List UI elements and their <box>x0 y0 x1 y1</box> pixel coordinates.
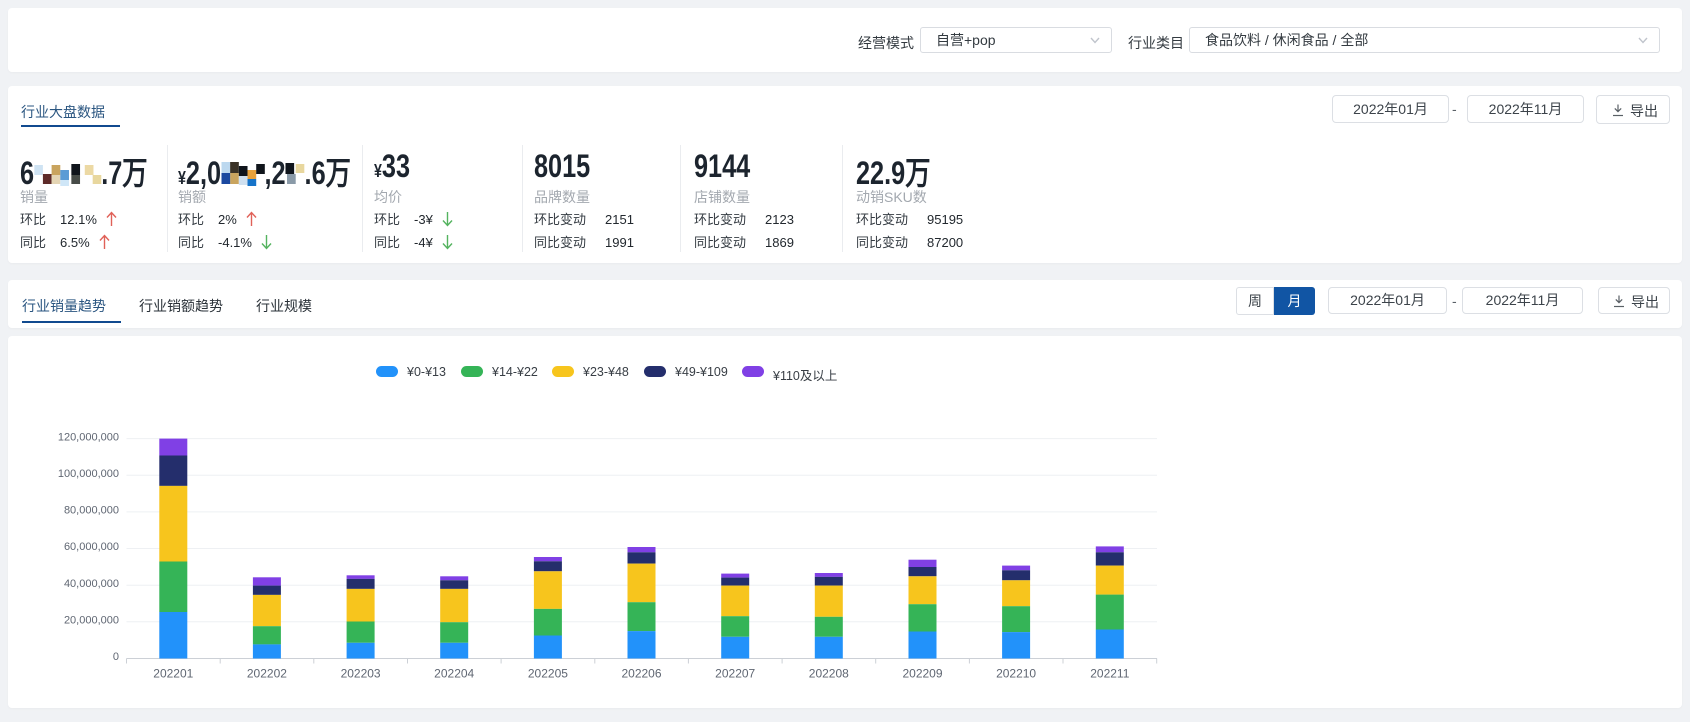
svg-text:120,000,000: 120,000,000 <box>58 431 119 443</box>
svg-text:20,000,000: 20,000,000 <box>64 615 119 627</box>
svg-text:202201: 202201 <box>153 667 193 681</box>
svg-text:202202: 202202 <box>247 667 287 681</box>
svg-text:100,000,000: 100,000,000 <box>58 468 119 480</box>
svg-text:80,000,000: 80,000,000 <box>64 505 119 517</box>
svg-text:202204: 202204 <box>434 667 474 681</box>
svg-text:202205: 202205 <box>528 667 568 681</box>
svg-text:202209: 202209 <box>902 667 942 681</box>
svg-text:202211: 202211 <box>1090 667 1129 681</box>
svg-text:202203: 202203 <box>341 667 381 681</box>
svg-text:0: 0 <box>113 651 119 663</box>
svg-text:40,000,000: 40,000,000 <box>64 578 119 590</box>
svg-text:202207: 202207 <box>715 667 755 681</box>
svg-text:60,000,000: 60,000,000 <box>64 541 119 553</box>
svg-text:202208: 202208 <box>809 667 849 681</box>
svg-text:202210: 202210 <box>996 667 1036 681</box>
svg-text:202206: 202206 <box>621 667 661 681</box>
